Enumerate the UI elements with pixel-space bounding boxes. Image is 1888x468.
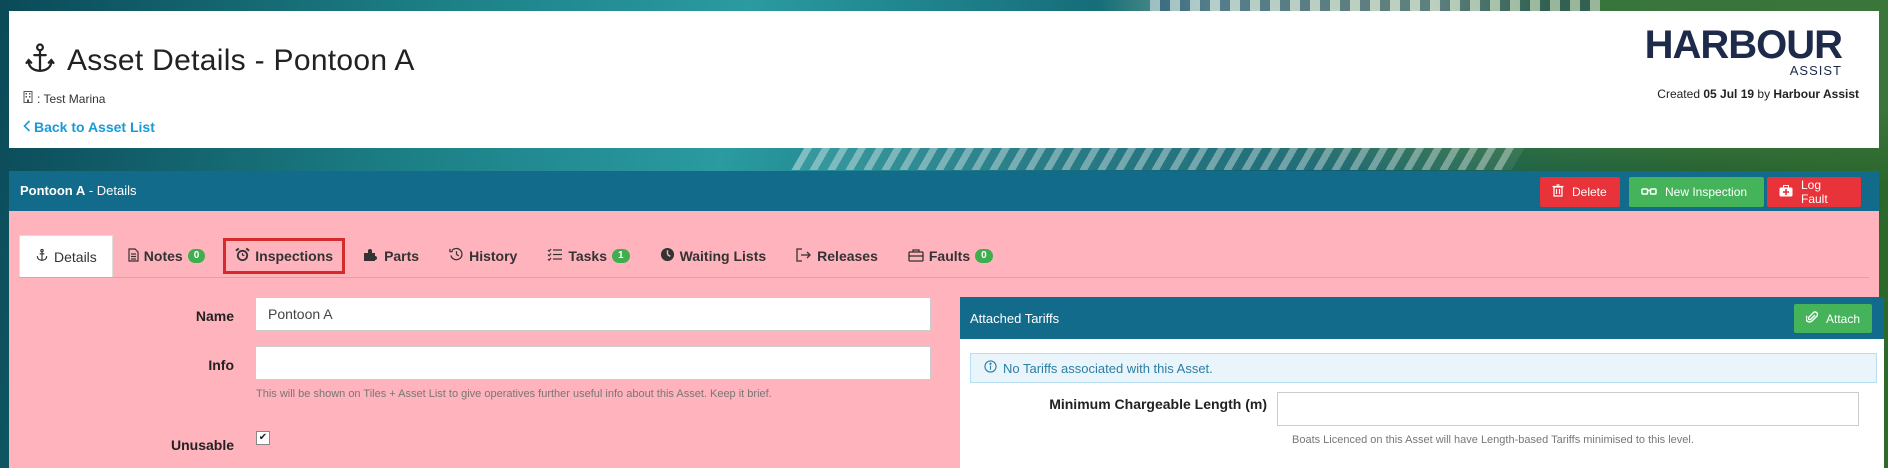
- min-length-help-text: Boats Licenced on this Asset will have L…: [1292, 434, 1694, 446]
- created-by: Harbour Assist: [1773, 87, 1859, 101]
- tab-label: History: [469, 248, 518, 264]
- tab-faults[interactable]: Faults 0: [893, 235, 1008, 277]
- document-icon: [128, 247, 139, 265]
- notes-count-badge: 0: [187, 249, 206, 263]
- glasses-icon: [1641, 185, 1657, 199]
- panel-title-asset: Pontoon A: [20, 183, 86, 198]
- tab-inspections[interactable]: Inspections: [220, 235, 348, 277]
- info-circle-icon: [984, 360, 997, 376]
- new-inspection-label: New Inspection: [1665, 185, 1748, 199]
- back-to-asset-list-link[interactable]: Back to Asset List: [23, 119, 155, 135]
- details-panel-header: Pontoon A - Details Delete New Inspectio…: [9, 171, 1879, 211]
- tasks-count-badge: 1: [612, 249, 630, 263]
- tab-tasks[interactable]: Tasks 1: [532, 235, 644, 277]
- delete-button-label: Delete: [1572, 185, 1607, 199]
- new-inspection-button[interactable]: New Inspection: [1629, 177, 1764, 207]
- unusable-label: Unusable: [170, 437, 234, 453]
- tab-label: Inspections: [255, 248, 334, 264]
- trash-icon: [1552, 184, 1564, 200]
- info-input[interactable]: [255, 346, 931, 380]
- tabs-divider: [19, 277, 1869, 278]
- back-link-label: Back to Asset List: [34, 119, 155, 135]
- tasks-icon: [547, 248, 563, 264]
- created-info: Created 05 Jul 19 by Harbour Assist: [1657, 87, 1859, 101]
- log-fault-button[interactable]: Log Fault: [1767, 177, 1861, 207]
- panel-title: Pontoon A - Details: [20, 183, 137, 198]
- log-fault-label: Log Fault: [1801, 178, 1828, 206]
- tab-label: Faults: [928, 248, 971, 264]
- alarm-clock-icon: [235, 247, 250, 265]
- page-title-row: Asset Details - Pontoon A: [23, 41, 415, 80]
- page-title: Asset Details - Pontoon A: [67, 43, 415, 77]
- name-input[interactable]: Pontoon A: [255, 297, 931, 331]
- asset-header-card: Asset Details - Pontoon A : Test Marina …: [9, 11, 1879, 148]
- harbour-assist-logo: HARBOUR ASSIST: [1642, 23, 1843, 77]
- attached-tariffs-header: Attached Tariffs Attach: [960, 297, 1884, 339]
- created-date: 05 Jul 19: [1703, 87, 1755, 101]
- tab-details[interactable]: Details: [19, 235, 113, 277]
- tab-label: Details: [54, 248, 97, 265]
- attach-button-label: Attach: [1825, 311, 1861, 326]
- puzzle-icon: [363, 248, 379, 265]
- no-tariffs-alert: No Tariffs associated with this Asset.: [970, 353, 1877, 383]
- anchor-icon: [35, 248, 49, 265]
- attached-tariffs-body: No Tariffs associated with this Asset. M…: [960, 339, 1884, 468]
- tab-label: Tasks: [568, 248, 607, 264]
- min-length-input[interactable]: [1277, 392, 1859, 426]
- logo-main-text: HARBOUR: [1644, 23, 1843, 67]
- faults-count-badge: 0: [975, 249, 993, 263]
- min-length-label: Minimum Chargeable Length (m): [1049, 396, 1267, 412]
- chevron-left-icon: [23, 119, 31, 135]
- created-prefix: Created: [1657, 87, 1700, 101]
- tab-label: Releases: [817, 248, 878, 264]
- tab-releases[interactable]: Releases: [781, 235, 893, 277]
- attached-tariffs-title: Attached Tariffs: [970, 311, 1060, 326]
- anchor-icon: [23, 41, 57, 80]
- tab-label: Parts: [384, 248, 420, 264]
- info-help-text: This will be shown on Tiles + Asset List…: [256, 388, 772, 400]
- marina-info: : Test Marina: [23, 91, 105, 106]
- asset-tabs: Details Notes 0 Inspections Parts Histor…: [19, 235, 1008, 277]
- unusable-checkbox[interactable]: ✔: [256, 431, 270, 445]
- panel-title-suffix: - Details: [85, 183, 137, 198]
- toolbox-icon: [908, 248, 924, 265]
- details-panel-body: Details Notes 0 Inspections Parts Histor…: [9, 211, 1884, 468]
- tab-label: Waiting Lists: [679, 248, 767, 264]
- paperclip-icon: [1805, 310, 1819, 327]
- tab-label: Notes: [143, 248, 183, 264]
- attach-button[interactable]: Attach: [1794, 304, 1872, 333]
- medkit-icon: [1779, 184, 1793, 200]
- tab-waiting-lists[interactable]: Waiting Lists: [645, 235, 782, 277]
- marina-name: : Test Marina: [37, 91, 106, 106]
- tab-notes[interactable]: Notes 0: [113, 235, 220, 277]
- info-label: Info: [208, 357, 234, 373]
- created-by-word: by: [1757, 87, 1771, 101]
- sign-out-icon: [796, 247, 812, 265]
- history-icon: [449, 247, 464, 265]
- building-icon: [23, 91, 33, 106]
- clock-icon: [660, 247, 675, 265]
- tab-parts[interactable]: Parts: [348, 235, 434, 277]
- name-label: Name: [195, 308, 234, 324]
- delete-button[interactable]: Delete: [1540, 177, 1620, 207]
- tab-history[interactable]: History: [434, 235, 532, 277]
- no-tariffs-message: No Tariffs associated with this Asset.: [1003, 360, 1213, 376]
